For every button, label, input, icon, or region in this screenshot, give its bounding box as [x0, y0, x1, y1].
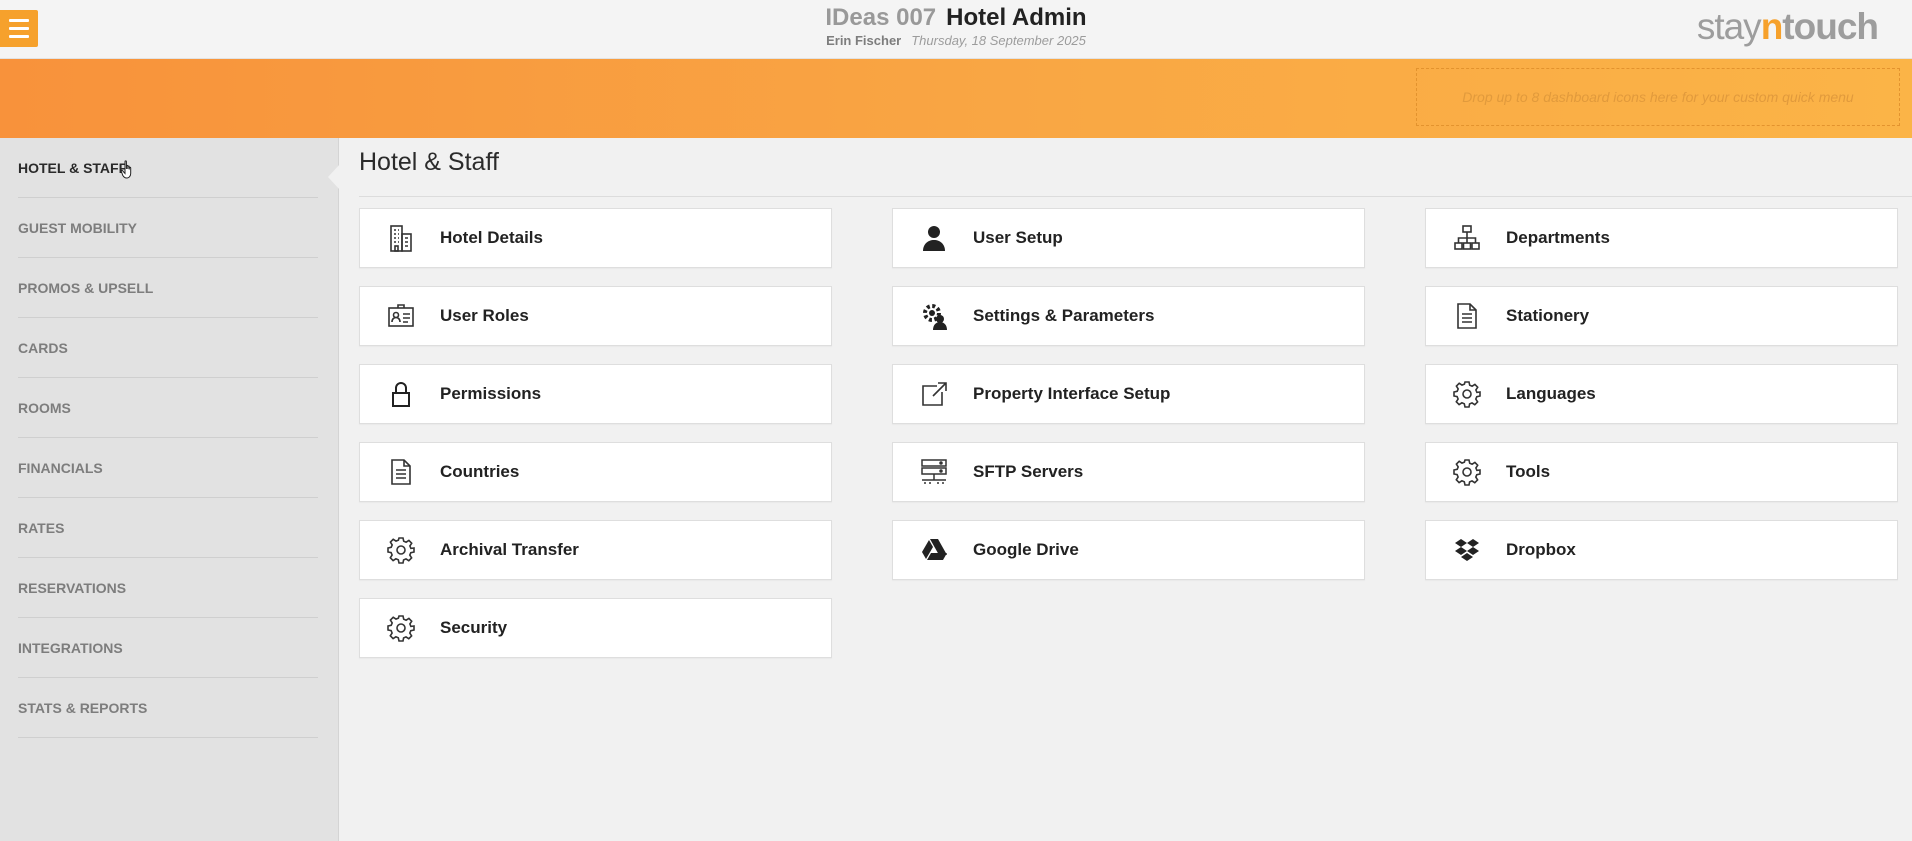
sidebar-item-cards[interactable]: CARDS	[18, 318, 318, 378]
card-label: User Setup	[973, 228, 1063, 247]
sidebar-item-integrations[interactable]: INTEGRATIONS	[18, 618, 318, 678]
gear-icon	[384, 611, 418, 645]
server-icon	[917, 455, 951, 489]
card-label: Dropbox	[1506, 540, 1576, 559]
sidebar-item-label: GUEST MOBILITY	[18, 219, 137, 236]
user-name: Erin Fischer	[826, 33, 902, 48]
sidebar-item-stats-reports[interactable]: STATS & REPORTS	[18, 678, 318, 738]
quick-menu-placeholder: Drop up to 8 dashboard icons here for yo…	[1462, 89, 1854, 105]
hotel-name[interactable]: IDeas 007	[825, 4, 936, 31]
main-content: Hotel & Staff Hotel Details User Setup D…	[339, 138, 1912, 841]
logo-part-touch: touch	[1782, 6, 1879, 47]
card-label: Departments	[1506, 228, 1610, 247]
sidebar-item-rooms[interactable]: ROOMS	[18, 378, 318, 438]
card-label: Countries	[440, 462, 520, 481]
top-header: IDeas 007 Hotel Admin Erin Fischer Thursda…	[0, 0, 1912, 59]
document-icon	[1450, 299, 1484, 333]
sidebar-item-label: HOTEL & STAFF	[18, 159, 128, 176]
card-tools[interactable]: Tools	[1425, 442, 1898, 502]
sidebar-item-label: FINANCIALS	[18, 459, 103, 476]
sidebar-item-label: RESERVATIONS	[18, 579, 127, 596]
id-card-icon	[384, 299, 418, 333]
card-google-drive[interactable]: Google Drive	[892, 520, 1365, 580]
card-hotel-details[interactable]: Hotel Details	[359, 208, 832, 268]
card-label: Stationery	[1506, 306, 1590, 325]
sidebar-item-label: CARDS	[18, 339, 68, 356]
app-title: Hotel Admin	[946, 4, 1087, 31]
card-user-setup[interactable]: User Setup	[892, 208, 1365, 268]
hand-cursor-icon	[121, 160, 132, 179]
card-label: Settings & Parameters	[973, 306, 1155, 325]
lock-icon	[384, 377, 418, 411]
card-label: User Roles	[440, 306, 529, 325]
org-chart-icon	[1450, 221, 1484, 255]
card-user-roles[interactable]: User Roles	[359, 286, 832, 346]
card-sftp-servers[interactable]: SFTP Servers	[892, 442, 1365, 502]
card-languages[interactable]: Languages	[1425, 364, 1898, 424]
card-label: Security	[440, 618, 508, 637]
logo-part-stay: stay	[1696, 6, 1762, 47]
card-label: Tools	[1506, 462, 1551, 481]
quick-menu-bar: Drop up to 8 dashboard icons here for yo…	[0, 59, 1912, 138]
external-link-icon	[917, 377, 951, 411]
logo-part-n: n	[1760, 6, 1784, 47]
card-label: Property Interface Setup	[973, 384, 1171, 403]
sidebar-item-financials[interactable]: FINANCIALS	[18, 438, 318, 498]
google-drive-icon	[917, 533, 951, 567]
card-label: Archival Transfer	[440, 540, 579, 559]
card-property-interface-setup[interactable]: Property Interface Setup	[892, 364, 1365, 424]
sidebar-item-label: ROOMS	[18, 399, 71, 416]
sidebar-item-label: RATES	[18, 519, 65, 536]
title-block: IDeas 007 Hotel Admin Erin Fischer Thursda…	[0, 4, 1912, 48]
sidebar: HOTEL & STAFF GUEST MOBILITY PROMOS & UP…	[0, 138, 340, 841]
sidebar-item-rates[interactable]: RATES	[18, 498, 318, 558]
card-dropbox[interactable]: Dropbox	[1425, 520, 1898, 580]
card-label: Google Drive	[973, 540, 1079, 559]
sidebar-item-hotel-staff[interactable]: HOTEL & STAFF	[18, 138, 318, 198]
building-icon	[384, 221, 418, 255]
document-icon	[384, 455, 418, 489]
card-departments[interactable]: Departments	[1425, 208, 1898, 268]
sidebar-item-reservations[interactable]: RESERVATIONS	[18, 558, 318, 618]
user-gear-icon	[917, 299, 951, 333]
title-divider	[359, 196, 1912, 197]
card-archival-transfer[interactable]: Archival Transfer	[359, 520, 832, 580]
sidebar-item-label: PROMOS & UPSELL	[18, 279, 154, 296]
card-settings-parameters[interactable]: Settings & Parameters	[892, 286, 1365, 346]
sidebar-item-promos-upsell[interactable]: PROMOS & UPSELL	[18, 258, 318, 318]
page-title: Hotel & Staff	[359, 148, 499, 176]
user-icon	[917, 221, 951, 255]
gear-icon	[1450, 377, 1484, 411]
quick-menu-dropzone[interactable]: Drop up to 8 dashboard icons here for yo…	[1416, 68, 1900, 126]
stayntouch-logo[interactable]: stayntouch	[1696, 6, 1879, 48]
gear-icon	[384, 533, 418, 567]
sidebar-item-label: INTEGRATIONS	[18, 639, 123, 656]
sidebar-item-guest-mobility[interactable]: GUEST MOBILITY	[18, 198, 318, 258]
sidebar-item-label: STATS & REPORTS	[18, 699, 148, 716]
card-label: Hotel Details	[440, 228, 543, 247]
card-permissions[interactable]: Permissions	[359, 364, 832, 424]
dropbox-icon	[1450, 533, 1484, 567]
card-security[interactable]: Security	[359, 598, 832, 658]
card-stationery[interactable]: Stationery	[1425, 286, 1898, 346]
card-label: Permissions	[440, 384, 542, 403]
card-label: Languages	[1506, 384, 1596, 403]
card-countries[interactable]: Countries	[359, 442, 832, 502]
business-date: Thursday, 18 September 2025	[911, 33, 1086, 48]
gear-icon	[1450, 455, 1484, 489]
card-label: SFTP Servers	[973, 462, 1084, 481]
